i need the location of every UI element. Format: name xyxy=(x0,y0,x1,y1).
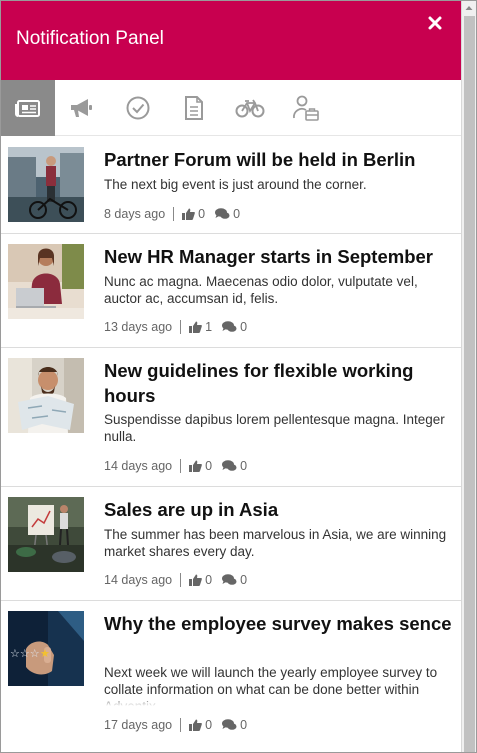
news-meta: 17 days ago 0 0 xyxy=(104,717,257,733)
news-thumbnail xyxy=(8,497,84,572)
news-summary: The next big event is just around the co… xyxy=(104,177,367,192)
text-fade xyxy=(104,698,454,706)
panel-title: Notification Panel xyxy=(16,28,164,49)
news-meta: 13 days ago 1 0 xyxy=(104,319,257,335)
bicycle-icon xyxy=(235,99,265,118)
comment-count[interactable]: 0 xyxy=(222,573,247,587)
comments-icon xyxy=(222,321,237,332)
like-count[interactable]: 0 xyxy=(189,459,212,473)
list-item[interactable]: New guidelines for flexible working hour… xyxy=(1,348,462,487)
scrollbar-thumb[interactable] xyxy=(464,16,475,752)
thumbs-up-icon xyxy=(182,208,196,220)
news-title[interactable]: Why the employee survey makes sence xyxy=(104,611,454,636)
tab-documents[interactable] xyxy=(167,80,221,136)
news-date: 17 days ago xyxy=(104,718,173,732)
tab-activities[interactable] xyxy=(223,80,277,136)
thumbs-up-icon xyxy=(189,321,202,333)
news-meta: 8 days ago 0 0 xyxy=(104,206,250,222)
document-icon xyxy=(185,96,203,120)
news-date: 14 days ago xyxy=(104,459,173,473)
svg-text:☆☆☆: ☆☆☆ xyxy=(10,647,40,660)
panel-header: Notification Panel xyxy=(1,1,462,80)
like-count[interactable]: 0 xyxy=(189,573,212,587)
news-thumbnail xyxy=(8,358,84,433)
list-item[interactable]: New HR Manager starts in September Nunc … xyxy=(1,234,462,348)
news-summary: Suspendisse dapibus lorem pellentesque m… xyxy=(104,412,445,444)
news-thumbnail xyxy=(8,244,84,319)
list-item[interactable]: Sales are up in Asia The summer has been… xyxy=(1,487,462,601)
comment-count[interactable]: 0 xyxy=(215,207,240,221)
comments-icon xyxy=(222,460,237,471)
news-summary: Nunc ac magna. Maecenas odio dolor, vulp… xyxy=(104,274,418,306)
comments-icon xyxy=(222,574,237,585)
close-button[interactable] xyxy=(425,13,447,35)
close-icon xyxy=(428,16,442,30)
svg-text:★: ★ xyxy=(40,647,50,660)
thumbs-up-icon xyxy=(189,574,202,586)
tab-news[interactable] xyxy=(1,80,55,136)
user-briefcase-icon xyxy=(293,95,319,121)
news-title[interactable]: Sales are up in Asia xyxy=(104,497,454,522)
comments-icon xyxy=(215,208,230,219)
news-thumbnail: ☆☆☆ ★ xyxy=(8,611,84,686)
thumbs-up-icon xyxy=(189,460,202,472)
megaphone-icon xyxy=(71,99,92,117)
news-date: 14 days ago xyxy=(104,573,173,587)
tab-people[interactable] xyxy=(279,80,333,136)
tab-tasks[interactable] xyxy=(111,80,165,136)
news-thumbnail xyxy=(8,147,84,222)
comments-icon xyxy=(222,719,237,730)
news-date: 13 days ago xyxy=(104,320,173,334)
news-title[interactable]: New HR Manager starts in September xyxy=(104,244,454,269)
category-tabs xyxy=(1,80,462,136)
news-meta: 14 days ago 0 0 xyxy=(104,458,257,474)
comment-count[interactable]: 0 xyxy=(222,320,247,334)
scroll-up-arrow-icon[interactable] xyxy=(462,1,476,15)
comment-count[interactable]: 0 xyxy=(222,718,247,732)
tab-announcements[interactable] xyxy=(55,80,109,136)
news-summary: The summer has been marvelous in Asia, w… xyxy=(104,527,447,559)
like-count[interactable]: 0 xyxy=(182,207,205,221)
comment-count[interactable]: 0 xyxy=(222,459,247,473)
news-meta: 14 days ago 0 0 xyxy=(104,572,257,588)
vertical-scrollbar[interactable] xyxy=(461,1,476,752)
news-title[interactable]: Partner Forum will be held in Berlin xyxy=(104,147,454,172)
list-item[interactable]: Partner Forum will be held in Berlin The… xyxy=(1,137,462,234)
thumbs-up-icon xyxy=(189,719,202,731)
like-count[interactable]: 0 xyxy=(189,718,212,732)
like-count[interactable]: 1 xyxy=(189,320,212,334)
news-title[interactable]: New guidelines for flexible working hour… xyxy=(104,358,454,408)
notification-panel: Notification Panel Partner Forum will be… xyxy=(0,0,477,753)
newspaper-icon xyxy=(15,100,40,117)
check-circle-icon xyxy=(126,96,150,120)
news-date: 8 days ago xyxy=(104,207,166,221)
